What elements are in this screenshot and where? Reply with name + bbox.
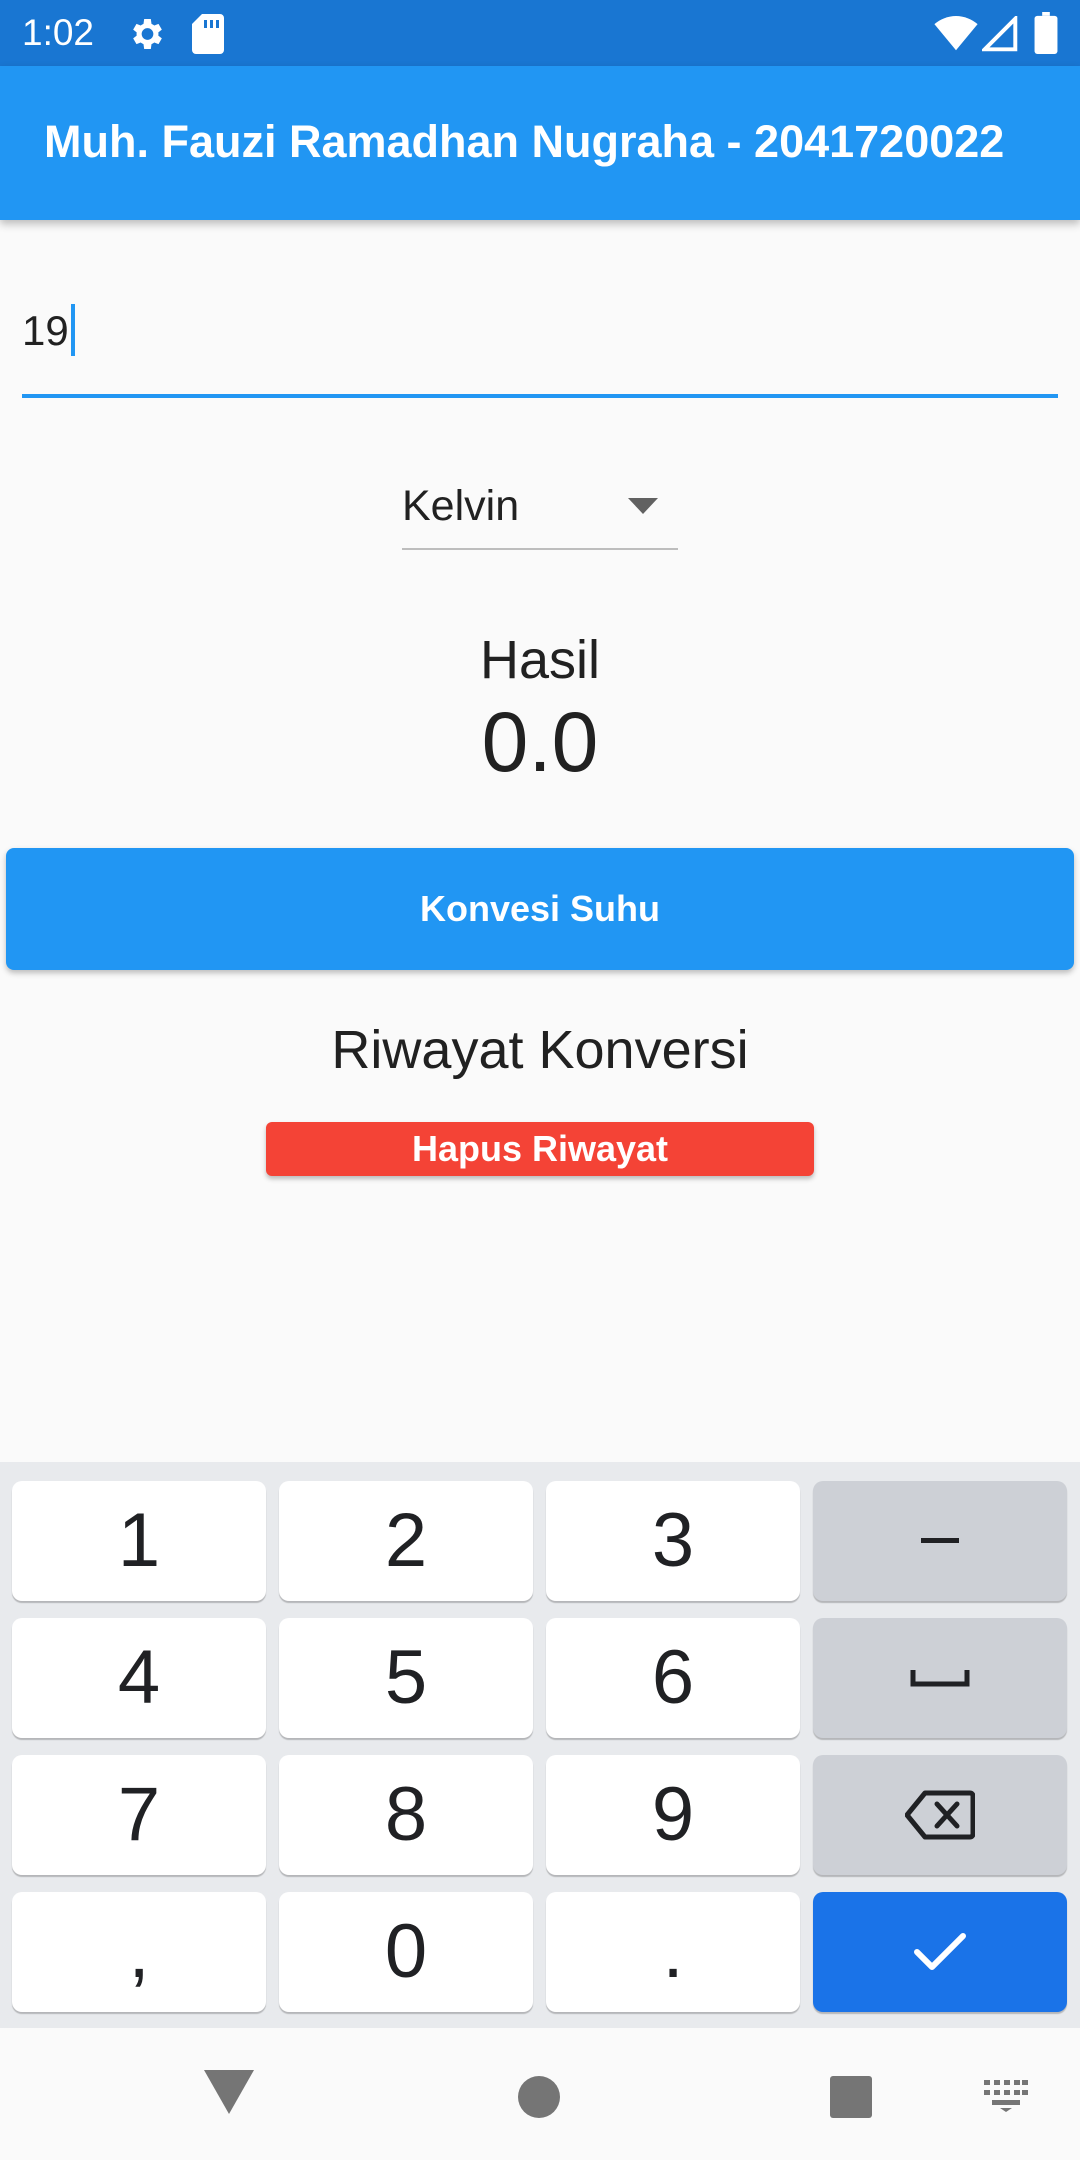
status-time: 1:02 bbox=[22, 12, 95, 53]
recents-icon[interactable] bbox=[830, 2076, 872, 2118]
key-comma[interactable]: , bbox=[12, 1892, 266, 2012]
check-icon bbox=[914, 1933, 966, 1970]
result-label: Hasil bbox=[479, 630, 601, 690]
convert-button[interactable]: Konvesi Suhu bbox=[6, 848, 1074, 970]
key-0[interactable]: 0 bbox=[279, 1892, 533, 2012]
wifi-icon bbox=[934, 16, 978, 51]
key-done[interactable] bbox=[813, 1892, 1067, 2012]
text-cursor bbox=[70, 303, 75, 356]
temperature-input[interactable]: 19 bbox=[22, 290, 1058, 398]
minus-icon bbox=[921, 1538, 959, 1543]
key-space[interactable] bbox=[813, 1618, 1067, 1738]
key-7[interactable]: 7 bbox=[12, 1755, 266, 1875]
key-9[interactable]: 9 bbox=[546, 1755, 800, 1875]
key-5[interactable]: 5 bbox=[279, 1618, 533, 1738]
clear-history-label: Hapus Riwayat bbox=[411, 1128, 669, 1169]
key-2[interactable]: 2 bbox=[279, 1481, 533, 1601]
convert-button-label: Konvesi Suhu bbox=[419, 888, 661, 929]
key-3[interactable]: 3 bbox=[546, 1481, 800, 1601]
navigation-bar bbox=[0, 2028, 1080, 2160]
keyboard-switch-icon[interactable] bbox=[984, 2080, 1028, 2112]
app-title: Muh. Fauzi Ramadhan Nugraha - 2041720022 bbox=[44, 116, 1005, 167]
key-8[interactable]: 8 bbox=[279, 1755, 533, 1875]
history-title: Riwayat Konversi bbox=[331, 1020, 749, 1080]
key-minus[interactable] bbox=[813, 1481, 1067, 1601]
key-6[interactable]: 6 bbox=[546, 1618, 800, 1738]
key-backspace[interactable] bbox=[813, 1755, 1067, 1875]
gear-icon bbox=[133, 19, 162, 49]
signal-icon bbox=[982, 16, 1018, 52]
backspace-icon bbox=[905, 1790, 975, 1840]
unit-dropdown[interactable]: Kelvin bbox=[402, 470, 678, 550]
key-1[interactable]: 1 bbox=[12, 1481, 266, 1601]
back-icon[interactable] bbox=[204, 2070, 254, 2114]
status-bar: 1:02 bbox=[0, 0, 1080, 66]
home-icon[interactable] bbox=[518, 2076, 560, 2118]
temperature-input-value[interactable]: 19 bbox=[22, 307, 69, 354]
space-icon bbox=[910, 1670, 970, 1687]
sd-card-icon bbox=[192, 14, 224, 54]
result-value: 0.0 bbox=[481, 695, 599, 789]
battery-icon bbox=[1034, 12, 1058, 54]
app-bar: Muh. Fauzi Ramadhan Nugraha - 2041720022 bbox=[0, 66, 1080, 220]
unit-dropdown-value: Kelvin bbox=[402, 482, 520, 530]
key-period[interactable]: . bbox=[546, 1892, 800, 2012]
clear-history-button[interactable]: Hapus Riwayat bbox=[266, 1122, 814, 1176]
key-4[interactable]: 4 bbox=[12, 1618, 266, 1738]
dropdown-arrow-icon bbox=[628, 498, 658, 514]
